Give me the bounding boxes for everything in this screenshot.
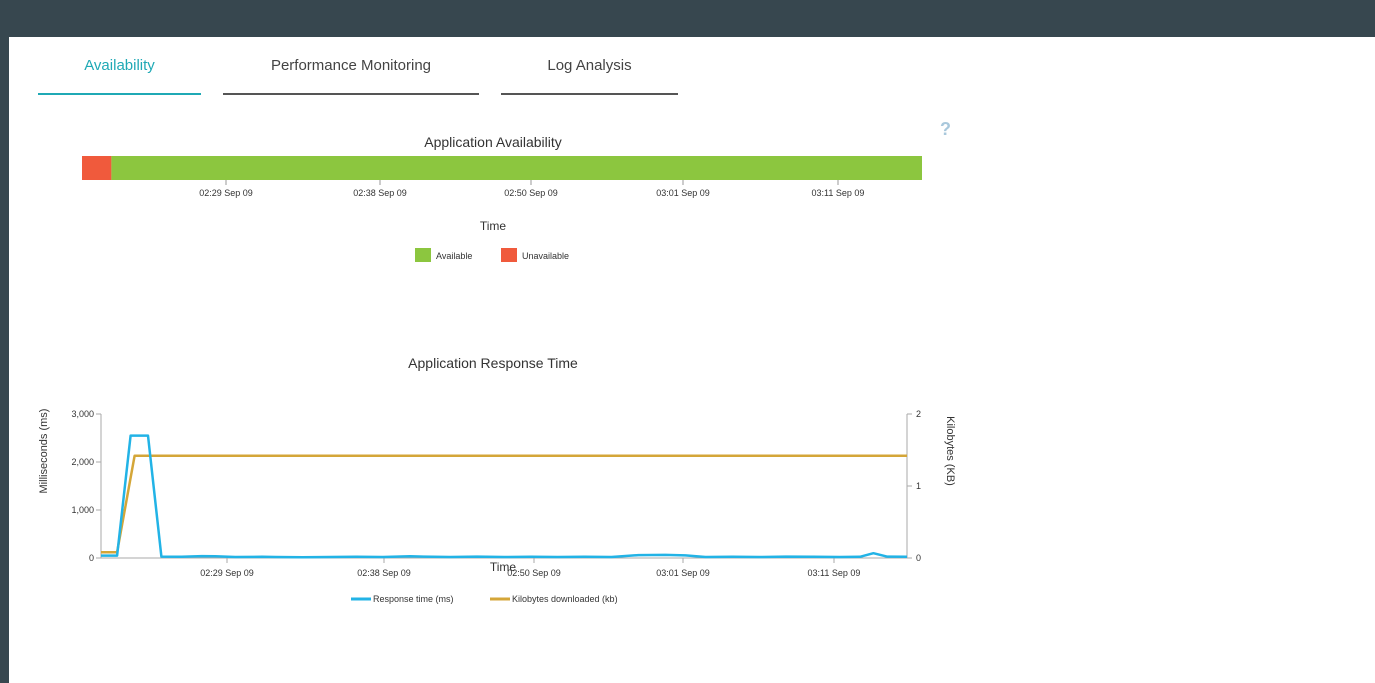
legend-available-swatch (415, 248, 431, 262)
y2-tick-label: 2 (916, 409, 921, 419)
availability-x-tick-label: 02:50 Sep 09 (504, 188, 558, 198)
availability-segment-available (111, 156, 922, 180)
availability-chart-title: Application Availability (424, 134, 562, 150)
x-tick-label: 03:11 Sep 09 (808, 568, 861, 578)
y-axis-label-ms: Milliseconds (ms) (38, 409, 50, 494)
legend-available-label: Available (436, 251, 472, 261)
response-time-chart: Application Response Time 0 1,000 2,000 3,0… (38, 355, 956, 604)
y-tick-label: 0 (89, 553, 94, 563)
legend-kb-label: Kilobytes downloaded (kb) (512, 594, 618, 604)
tab-performance-monitoring[interactable]: Performance Monitoring (223, 57, 479, 95)
tab-availability[interactable]: Availability (38, 57, 201, 95)
availability-segment-unavailable (82, 156, 112, 180)
availability-x-tick-label: 02:38 Sep 09 (353, 188, 407, 198)
y-tick-label: 3,000 (71, 409, 94, 419)
series-line-response-time (101, 434, 908, 559)
x-tick-label: 03:01 Sep 09 (656, 568, 710, 578)
response-chart-title: Application Response Time (408, 355, 578, 371)
legend-unavailable-label: Unavailable (522, 251, 569, 261)
legend-response-label: Response time (ms) (373, 594, 454, 604)
availability-x-axis-label: Time (480, 219, 507, 233)
availability-x-tick-label: 02:29 Sep 09 (199, 188, 253, 198)
availability-x-tick-label: 03:01 Sep 09 (656, 188, 710, 198)
x-tick-label: 02:38 Sep 09 (357, 568, 411, 578)
availability-x-tick-label: 03:11 Sep 09 (812, 188, 865, 198)
series-line-kilobytes (101, 454, 907, 554)
y2-tick-label: 1 (916, 481, 921, 491)
legend-unavailable-swatch (501, 248, 517, 262)
tab-log-analysis[interactable]: Log Analysis (501, 57, 678, 95)
response-x-axis-label: Time (490, 560, 517, 574)
y-tick-label: 2,000 (71, 457, 94, 467)
y2-axis-label-kb: Kilobytes (KB) (944, 416, 956, 486)
availability-panel: Availability Performance Monitoring Log … (9, 37, 1375, 683)
y2-tick-label: 0 (916, 553, 921, 563)
availability-chart: Application Availability 02:29 Sep 09 02:… (82, 134, 922, 262)
y-tick-label: 1,000 (71, 505, 94, 515)
x-tick-label: 02:29 Sep 09 (200, 568, 254, 578)
